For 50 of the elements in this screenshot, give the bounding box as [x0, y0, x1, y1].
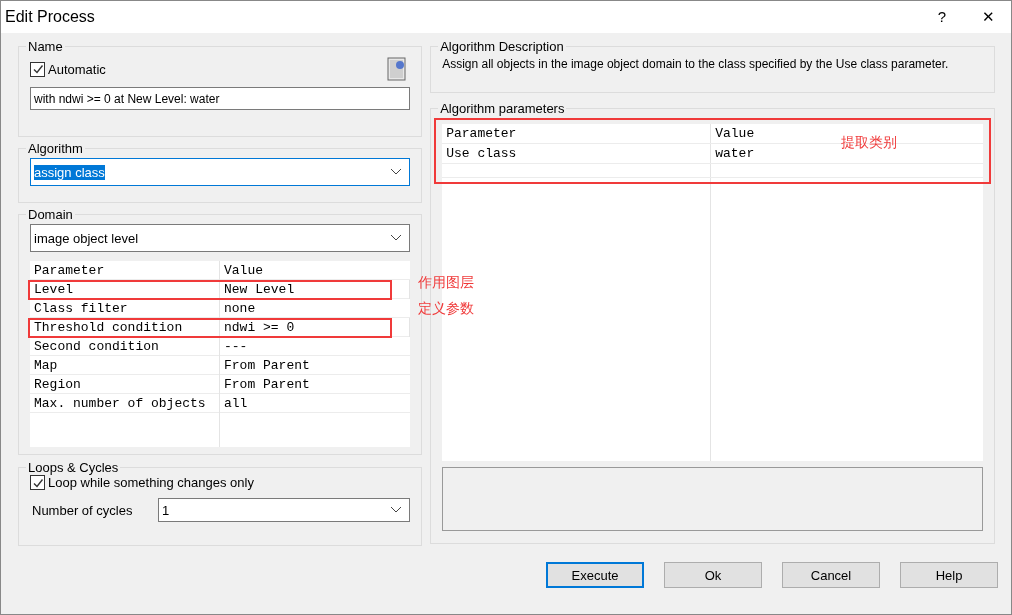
group-title: Algorithm parameters	[439, 101, 566, 116]
annotation-text: 作用图层	[418, 274, 474, 292]
checkbox-label: Automatic	[48, 61, 106, 77]
table-cell-text: water	[714, 145, 756, 163]
document-icon[interactable]	[386, 57, 409, 81]
automatic-checkbox[interactable]	[30, 61, 45, 77]
table-cell: Threshold condition	[30, 318, 220, 337]
cycles-dropdown[interactable]: 1	[158, 498, 411, 522]
window-title: Edit Process	[5, 8, 95, 26]
checkbox-label: Loop while something changes only	[48, 475, 254, 490]
caret-icon	[390, 506, 403, 514]
table-cell: Class filter	[30, 299, 220, 318]
table-cell-text: all	[223, 395, 249, 413]
table-cell: Use class	[442, 144, 712, 163]
close-button[interactable]: ✕	[965, 8, 1011, 26]
table-cell-text: none	[223, 300, 257, 318]
table-cell: Second condition	[30, 337, 220, 356]
caret-icon	[390, 168, 403, 176]
table-cell: Region	[30, 375, 220, 394]
group-title: Name	[27, 39, 64, 54]
annotation-text: 定义参数	[418, 300, 474, 318]
column-header: Parameter	[30, 261, 220, 280]
table-cell: Level	[30, 280, 220, 299]
description-text: Assign all objects in the image object domain to the class specified by the Use class parameter.	[442, 56, 950, 72]
column-header: Value	[714, 125, 756, 143]
dialog-button[interactable]: Help	[900, 562, 998, 588]
table-cell-text: From Parent	[223, 376, 311, 394]
table-cell-text: From Parent	[223, 357, 311, 375]
group-title: Loops & Cycles	[27, 460, 120, 475]
group-title: Algorithm	[27, 141, 84, 156]
domain-dropdown[interactable]: image object level	[30, 224, 411, 252]
table-cell: Map	[30, 356, 220, 375]
caret-icon	[390, 234, 403, 242]
table-cell: ndwi >= 0	[220, 318, 411, 337]
table-cell: Max. number of objects	[30, 394, 220, 413]
group-title: Domain	[27, 207, 74, 222]
column-header: Value	[223, 262, 264, 280]
dialog-button[interactable]: Cancel	[782, 562, 880, 588]
help-button[interactable]: ?	[919, 8, 965, 26]
name-field[interactable]: with ndwi >= 0 at New Level: water	[30, 87, 411, 110]
column-header: Parameter	[442, 124, 712, 143]
dialog-button[interactable]: Ok	[664, 562, 762, 588]
table-cell-text: ---	[223, 338, 249, 356]
dialog-button[interactable]: Execute	[546, 562, 644, 588]
group-title: Algorithm Description	[439, 39, 565, 54]
loop-checkbox[interactable]	[30, 475, 45, 490]
annotation-text: 提取类别	[841, 134, 898, 152]
algorithm-dropdown[interactable]: assign class	[30, 158, 411, 186]
table-cell: New Level	[220, 280, 411, 299]
field-label: Number of cycles	[31, 502, 134, 518]
